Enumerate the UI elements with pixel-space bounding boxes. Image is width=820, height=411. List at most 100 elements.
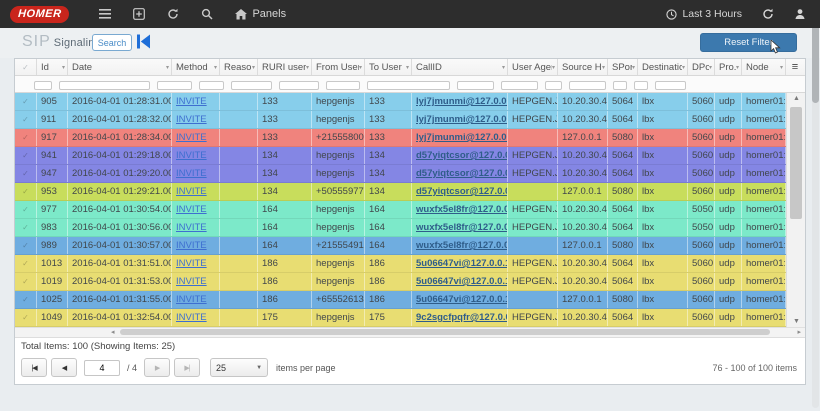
search-button[interactable]: Search <box>92 34 132 51</box>
search-icon[interactable] <box>201 8 213 20</box>
row-select-cell[interactable]: ✓ <box>15 237 37 254</box>
sort-chevron-icon[interactable]: ▾ <box>682 64 685 71</box>
filter-input-method[interactable] <box>157 81 192 90</box>
callid-link[interactable]: lyj7jmunmi@127.0.0.1 <box>416 114 507 125</box>
row-select-cell[interactable]: ✓ <box>15 201 37 218</box>
filter-input-pro[interactable] <box>634 81 648 90</box>
column-header-callid[interactable]: CallID ▾ <box>412 59 508 75</box>
filter-input-to-user[interactable] <box>326 81 360 90</box>
skip-back-icon[interactable] <box>137 34 150 54</box>
scrollbar-thumb[interactable] <box>790 107 802 219</box>
filter-input-user-agent[interactable] <box>457 81 494 90</box>
filter-input-from-user[interactable] <box>279 81 319 90</box>
callid-link[interactable]: lyj7jmunmi@127.0.0.1 <box>416 96 507 107</box>
filter-input-dport[interactable] <box>613 81 627 90</box>
callid-link[interactable]: lyj7jmunmi@127.0.0.1_b... <box>416 132 507 143</box>
row-select-cell[interactable]: ✓ <box>15 93 37 110</box>
method-link[interactable]: INVITE <box>176 276 207 287</box>
method-link[interactable]: INVITE <box>176 186 207 197</box>
sort-chevron-icon[interactable]: ▾ <box>709 64 712 71</box>
sort-chevron-icon[interactable]: ▾ <box>406 64 409 71</box>
row-select-cell[interactable]: ✓ <box>15 273 37 290</box>
scroll-left-icon[interactable]: ◂ <box>111 328 115 337</box>
sort-chevron-icon[interactable]: ▾ <box>780 64 783 71</box>
method-link[interactable]: INVITE <box>176 258 207 269</box>
table-row[interactable]: ✓9532016-04-01 01:29:21.000 +... INVITE 13… <box>15 183 805 201</box>
first-page-button[interactable]: |◀ <box>21 358 47 377</box>
callid-link[interactable]: d57yiqtcsor@127.0.0.1 <box>416 150 507 161</box>
table-row[interactable]: ✓10132016-04-01 01:31:51.000 +... INVITE 1… <box>15 255 805 273</box>
column-header-pro[interactable]: Pro...▾ <box>715 59 742 75</box>
table-row[interactable]: ✓9892016-04-01 01:30:57.000 +... INVITE 16… <box>15 237 805 255</box>
row-select-cell[interactable]: ✓ <box>15 147 37 164</box>
callid-link[interactable]: 9c2sgcfpqfr@127.0.0.1 <box>416 312 507 323</box>
column-header-id[interactable]: Id ▾ <box>37 59 68 75</box>
filter-input-callid[interactable] <box>367 81 450 90</box>
filter-input-source-ho[interactable] <box>501 81 538 90</box>
sort-chevron-icon[interactable]: ▾ <box>306 64 309 71</box>
hscrollbar-thumb[interactable] <box>120 329 770 335</box>
reload-icon[interactable] <box>762 8 774 20</box>
prev-page-button[interactable]: ◀ <box>51 358 77 377</box>
callid-link[interactable]: 5u06647vi@127.0.0.1 <box>416 258 507 269</box>
callid-link[interactable]: d57yiqtcsor@127.0.0.1_... <box>416 186 507 197</box>
sort-chevron-icon[interactable]: ▾ <box>252 64 255 71</box>
row-select-cell[interactable]: ✓ <box>15 219 37 236</box>
scroll-down-icon[interactable]: ▼ <box>787 318 805 325</box>
panels-menu[interactable]: Panels <box>235 8 286 20</box>
table-row[interactable]: ✓9052016-04-01 01:28:31.000 +... INVITE 13… <box>15 93 805 111</box>
table-row[interactable]: ✓9472016-04-01 01:29:20.000 +... INVITE 13… <box>15 165 805 183</box>
method-link[interactable]: INVITE <box>176 240 207 251</box>
grid-vertical-scrollbar[interactable]: ▲ ▼ <box>786 93 805 327</box>
sort-chevron-icon[interactable]: ▾ <box>359 64 362 71</box>
scroll-up-icon[interactable]: ▲ <box>787 95 805 102</box>
column-header-from-user[interactable]: From User ▾ <box>312 59 365 75</box>
column-header-to-user[interactable]: To User ▾ <box>365 59 412 75</box>
next-page-button[interactable]: ▶ <box>144 358 171 377</box>
grid-horizontal-scrollbar[interactable]: ◂ ▸ <box>15 327 805 338</box>
page-vertical-scrollbar[interactable] <box>812 2 819 408</box>
hamburger-menu-icon[interactable] <box>99 9 112 19</box>
column-header-destinatio[interactable]: Destinatio...▾ <box>638 59 688 75</box>
time-range-selector[interactable]: Last 3 Hours <box>666 8 742 20</box>
row-select-cell[interactable]: ✓ <box>15 309 37 326</box>
method-link[interactable]: INVITE <box>176 204 207 215</box>
column-header-user-agent[interactable]: User Agent▾ <box>508 59 558 75</box>
row-select-cell[interactable]: ✓ <box>15 165 37 182</box>
table-row[interactable]: ✓9112016-04-01 01:28:32.000 +... INVITE 13… <box>15 111 805 129</box>
select-all-header-cell[interactable]: ✓ <box>15 59 37 75</box>
method-link[interactable]: INVITE <box>176 168 207 179</box>
reset-filter-button[interactable]: Reset Filter <box>700 33 797 52</box>
table-row[interactable]: ✓10492016-04-01 01:32:54.000 +... INVITE 1… <box>15 309 805 327</box>
sort-chevron-icon[interactable]: ▾ <box>552 64 555 71</box>
row-select-cell[interactable]: ✓ <box>15 111 37 128</box>
column-header-reason[interactable]: Reason▾ <box>220 59 258 75</box>
method-link[interactable]: INVITE <box>176 96 207 107</box>
filter-input-id[interactable] <box>34 81 52 90</box>
method-link[interactable]: INVITE <box>176 222 207 233</box>
sort-chevron-icon[interactable]: ▾ <box>166 64 169 71</box>
row-select-cell[interactable]: ✓ <box>15 255 37 272</box>
refresh-icon[interactable] <box>167 8 179 20</box>
callid-link[interactable]: d57yiqtcsor@127.0.0.1 <box>416 168 507 179</box>
sort-chevron-icon[interactable]: ▾ <box>632 64 635 71</box>
table-row[interactable]: ✓10192016-04-01 01:31:53.000 +... INVITE 1… <box>15 273 805 291</box>
column-header-sport[interactable]: SPort▾ <box>608 59 638 75</box>
user-icon[interactable] <box>794 8 806 20</box>
sort-chevron-icon[interactable]: ▾ <box>602 64 605 71</box>
column-header-node[interactable]: Node ▾ <box>742 59 786 75</box>
last-page-button[interactable]: ▶| <box>174 358 201 377</box>
page-size-select[interactable]: 25 ▼ <box>210 358 269 377</box>
column-header-source-ho[interactable]: Source Ho...▾ <box>558 59 608 75</box>
method-link[interactable]: INVITE <box>176 132 207 143</box>
table-row[interactable]: ✓9832016-04-01 01:30:56.000 +... INVITE 16… <box>15 219 805 237</box>
sort-chevron-icon[interactable]: ▾ <box>502 64 505 71</box>
filter-input-reason[interactable] <box>199 81 224 90</box>
row-select-cell[interactable]: ✓ <box>15 291 37 308</box>
page-number-input[interactable] <box>84 359 120 376</box>
method-link[interactable]: INVITE <box>176 150 207 161</box>
column-header-date[interactable]: Date ▾ <box>68 59 172 75</box>
column-header-dport[interactable]: DPort▾ <box>688 59 715 75</box>
filter-input-sport[interactable] <box>545 81 562 90</box>
callid-link[interactable]: 5u06647vi@127.0.0.1 <box>416 276 507 287</box>
